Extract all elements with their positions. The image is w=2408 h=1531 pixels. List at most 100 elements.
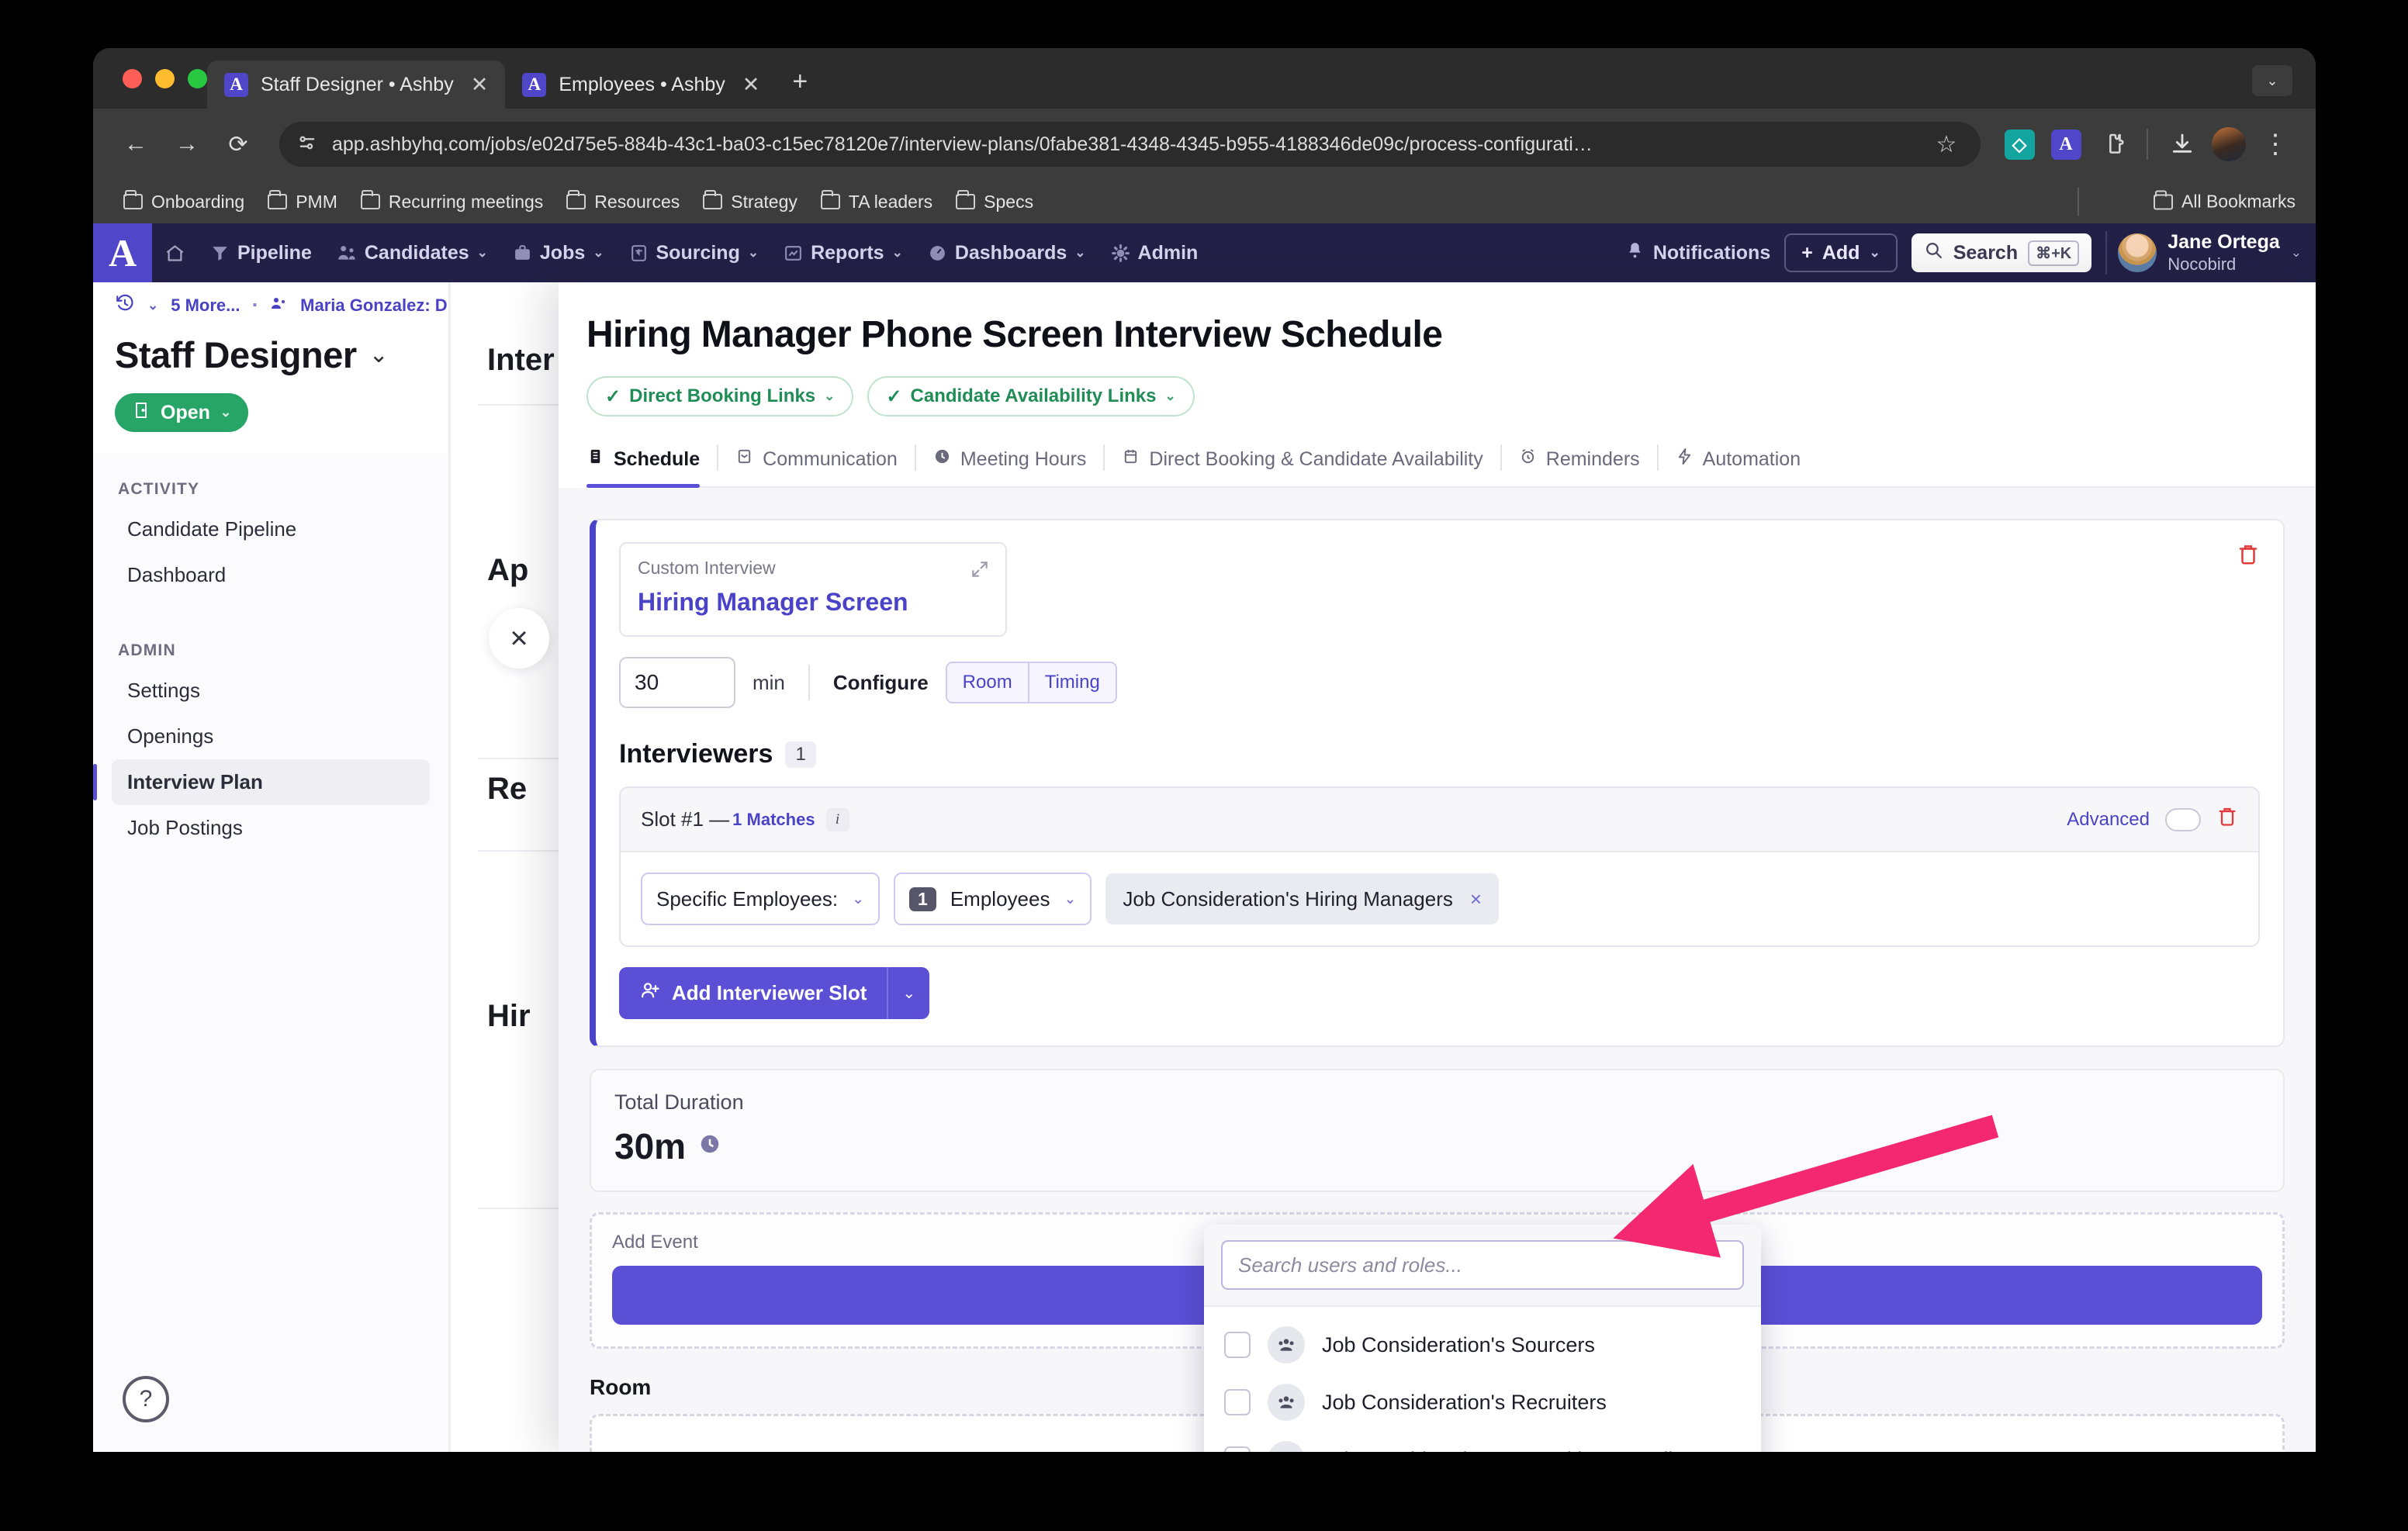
chevron-down-icon[interactable]: ⌄ bbox=[369, 341, 389, 368]
breadcrumb-more[interactable]: 5 More... bbox=[171, 295, 240, 316]
folder-icon bbox=[566, 194, 586, 209]
add-button[interactable]: + Add ⌄ bbox=[1784, 233, 1897, 272]
chevron-down-icon[interactable]: ⌄ bbox=[147, 298, 158, 313]
tab-direct-booking-candidate-availability[interactable]: Direct Booking & Candidate Availability bbox=[1105, 440, 1500, 486]
tab-label: Direct Booking & Candidate Availability bbox=[1149, 448, 1483, 471]
reload-icon[interactable]: ⟳ bbox=[216, 122, 261, 167]
sidebar-item-settings[interactable]: Settings bbox=[112, 668, 430, 714]
slot-matches-count[interactable]: 1 Matches bbox=[732, 810, 815, 830]
interview-name[interactable]: Hiring Manager Screen bbox=[638, 588, 988, 617]
notifications-button[interactable]: Notifications bbox=[1625, 240, 1770, 265]
nav-dashboards[interactable]: Dashboards ⌄ bbox=[915, 223, 1098, 282]
user-menu[interactable]: Jane Ortega Nocobird ⌄ bbox=[2105, 231, 2302, 274]
dropdown-option-sourcers[interactable]: Job Consideration's Sourcers bbox=[1204, 1316, 1761, 1374]
ashby-logo-icon[interactable]: A bbox=[93, 223, 152, 282]
add-interviewer-slot-button[interactable]: Add Interviewer Slot ⌄ bbox=[619, 967, 929, 1019]
bookmark-resources[interactable]: Resources bbox=[556, 186, 690, 218]
tab-meeting-hours[interactable]: Meeting Hours bbox=[916, 440, 1104, 486]
bookmark-specs[interactable]: Specs bbox=[946, 186, 1043, 218]
user-org: Nocobird bbox=[2168, 254, 2280, 275]
site-settings-icon[interactable] bbox=[296, 132, 318, 157]
tab-schedule[interactable]: Schedule bbox=[586, 440, 717, 486]
ashby-extension-icon[interactable]: A bbox=[2046, 124, 2086, 164]
checkbox[interactable] bbox=[1224, 1446, 1251, 1452]
clock-icon bbox=[698, 1132, 721, 1161]
close-icon[interactable]: × bbox=[1470, 887, 1482, 911]
nav-candidates[interactable]: Candidates ⌄ bbox=[324, 223, 500, 282]
sidebar-item-interview-plan[interactable]: Interview Plan bbox=[112, 759, 430, 805]
bookmark-ta-leaders[interactable]: TA leaders bbox=[811, 186, 943, 218]
search-button[interactable]: Search ⌘+K bbox=[1912, 233, 2092, 272]
chip-candidate-availability-links[interactable]: ✓ Candidate Availability Links ⌄ bbox=[867, 376, 1194, 416]
nav-sourcing[interactable]: Sourcing ⌄ bbox=[617, 223, 772, 282]
bookmark-strategy[interactable]: Strategy bbox=[693, 186, 808, 218]
browser-menu-icon[interactable]: ⋮ bbox=[2255, 124, 2296, 164]
search-input[interactable] bbox=[1221, 1240, 1744, 1290]
bookmark-onboarding[interactable]: Onboarding bbox=[113, 186, 254, 218]
configure-option-room[interactable]: Room bbox=[947, 663, 1028, 702]
sidebar-item-job-postings[interactable]: Job Postings bbox=[112, 805, 430, 851]
close-tab-icon[interactable]: ✕ bbox=[466, 74, 493, 95]
breadcrumb[interactable]: ⌄ 5 More... ▪ Maria Gonzalez: Direct… bbox=[93, 282, 448, 323]
breadcrumb-current[interactable]: Maria Gonzalez: Direct… bbox=[300, 295, 448, 316]
nav-pipeline[interactable]: Pipeline bbox=[198, 223, 324, 282]
browser-tab-0[interactable]: A Staff Designer • Ashby ✕ bbox=[207, 60, 505, 109]
trash-icon[interactable] bbox=[2216, 805, 2238, 834]
chevron-down-icon[interactable]: ⌄ bbox=[887, 967, 929, 1019]
address-bar[interactable]: app.ashbyhq.com/jobs/e02d75e5-884b-43c1-… bbox=[279, 122, 1981, 167]
expand-icon[interactable] bbox=[970, 559, 990, 585]
download-icon[interactable] bbox=[2162, 124, 2202, 164]
checkbox[interactable] bbox=[1224, 1389, 1251, 1415]
sidebar-item-candidate-pipeline[interactable]: Candidate Pipeline bbox=[112, 506, 430, 552]
employees-select[interactable]: 1 Employees ⌄ bbox=[894, 873, 1092, 925]
all-bookmarks-button[interactable]: All Bookmarks bbox=[2154, 192, 2296, 213]
close-tab-icon[interactable]: ✕ bbox=[738, 74, 765, 95]
close-panel-button[interactable]: × bbox=[489, 608, 549, 669]
minimize-window-button[interactable] bbox=[155, 69, 175, 88]
configure-segment-group: Room Timing bbox=[946, 662, 1117, 703]
bookmark-label: Strategy bbox=[731, 192, 797, 213]
forward-icon[interactable]: → bbox=[164, 122, 209, 167]
interview-type-box[interactable]: Custom Interview Hiring Manager Screen bbox=[619, 542, 1007, 637]
dropdown-option-recruiting-coordinators[interactable]: Job Consideration's Recruiting Coordinat… bbox=[1204, 1431, 1761, 1452]
dropdown-option-recruiters[interactable]: Job Consideration's Recruiters bbox=[1204, 1374, 1761, 1431]
chevron-down-icon[interactable]: ⌄ bbox=[2252, 65, 2292, 96]
configure-option-timing[interactable]: Timing bbox=[1028, 663, 1116, 702]
nav-reports[interactable]: Reports ⌄ bbox=[771, 223, 915, 282]
help-button[interactable]: ? bbox=[123, 1376, 169, 1422]
close-window-button[interactable] bbox=[123, 69, 142, 88]
chip-direct-booking-links[interactable]: ✓ Direct Booking Links ⌄ bbox=[586, 376, 853, 416]
history-icon[interactable] bbox=[115, 293, 135, 318]
tab-automation[interactable]: Automation bbox=[1659, 440, 1818, 486]
panel-header: Hiring Manager Phone Screen Interview Sc… bbox=[559, 282, 2316, 488]
employee-mode-select[interactable]: Specific Employees: ⌄ bbox=[641, 873, 880, 925]
back-icon[interactable]: ← bbox=[113, 122, 158, 167]
status-badge[interactable]: Open ⌄ bbox=[115, 393, 248, 432]
add-interviewer-slot-main[interactable]: Add Interviewer Slot bbox=[619, 967, 887, 1019]
bookmark-recurring-meetings[interactable]: Recurring meetings bbox=[351, 186, 553, 218]
info-icon[interactable]: i bbox=[826, 808, 849, 831]
nav-admin[interactable]: Admin bbox=[1098, 223, 1211, 282]
browser-profile-avatar[interactable] bbox=[2209, 124, 2249, 164]
advanced-label[interactable]: Advanced bbox=[2067, 809, 2150, 831]
sidebar-item-openings[interactable]: Openings bbox=[112, 714, 430, 759]
browser-tab-1[interactable]: A Employees • Ashby ✕ bbox=[505, 60, 777, 109]
mail-icon bbox=[735, 448, 753, 471]
nav-jobs[interactable]: Jobs ⌄ bbox=[500, 223, 617, 282]
duration-input[interactable] bbox=[619, 657, 735, 708]
advanced-toggle[interactable] bbox=[2165, 808, 2201, 831]
sidebar-item-dashboard[interactable]: Dashboard bbox=[112, 552, 430, 598]
interviewers-count-badge: 1 bbox=[785, 741, 815, 768]
bookmark-star-icon[interactable]: ☆ bbox=[1926, 124, 1967, 164]
checkbox[interactable] bbox=[1224, 1332, 1251, 1358]
funnel-icon bbox=[210, 244, 230, 263]
trash-icon[interactable] bbox=[2237, 542, 2260, 573]
tab-communication[interactable]: Communication bbox=[718, 440, 915, 486]
nav-home[interactable] bbox=[152, 223, 198, 282]
tab-reminders[interactable]: Reminders bbox=[1502, 440, 1657, 486]
teal-links-extension-icon[interactable]: ◇ bbox=[1999, 124, 2040, 164]
bookmark-pmm[interactable]: PMM bbox=[258, 186, 348, 218]
new-tab-button[interactable]: + bbox=[792, 68, 808, 95]
extensions-puzzle-icon[interactable] bbox=[2092, 124, 2133, 164]
maximize-window-button[interactable] bbox=[188, 69, 207, 88]
